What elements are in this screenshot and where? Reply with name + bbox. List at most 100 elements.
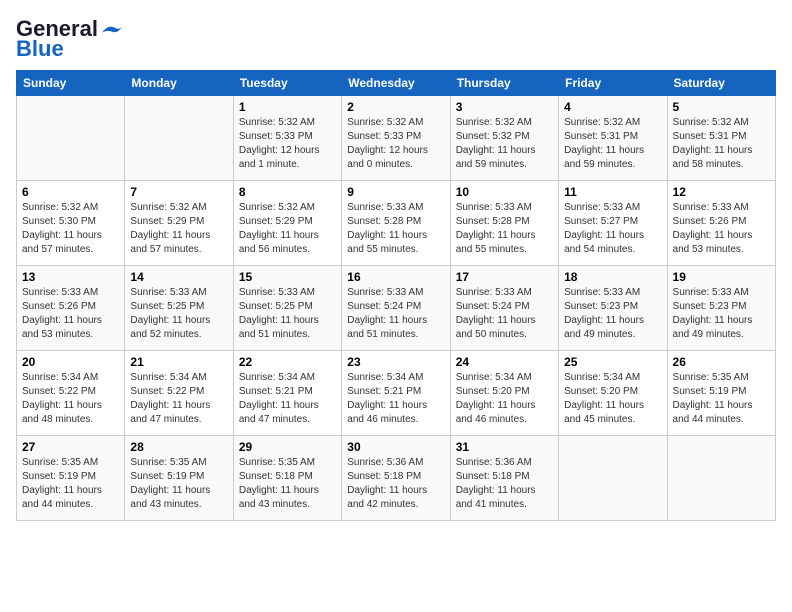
- calendar-cell: 18 Sunrise: 5:33 AM Sunset: 5:23 PM Dayli…: [559, 266, 667, 351]
- calendar-cell: 26 Sunrise: 5:35 AM Sunset: 5:19 PM Dayli…: [667, 351, 775, 436]
- day-info: Sunrise: 5:34 AM Sunset: 5:20 PM Dayligh…: [456, 371, 553, 427]
- day-info: Sunrise: 5:33 AM Sunset: 5:26 PM Dayligh…: [22, 286, 119, 342]
- calendar-cell: 1 Sunrise: 5:32 AM Sunset: 5:33 PM Daylig…: [233, 96, 341, 181]
- calendar-cell: 4 Sunrise: 5:32 AM Sunset: 5:31 PM Daylig…: [559, 96, 667, 181]
- calendar-cell: 8 Sunrise: 5:32 AM Sunset: 5:29 PM Daylig…: [233, 181, 341, 266]
- day-info: Sunrise: 5:33 AM Sunset: 5:28 PM Dayligh…: [456, 201, 553, 257]
- day-info: Sunrise: 5:33 AM Sunset: 5:24 PM Dayligh…: [456, 286, 553, 342]
- day-number: 5: [673, 100, 770, 114]
- day-info: Sunrise: 5:36 AM Sunset: 5:18 PM Dayligh…: [456, 456, 553, 512]
- calendar-cell: 29 Sunrise: 5:35 AM Sunset: 5:18 PM Dayli…: [233, 436, 341, 521]
- calendar-cell: 7 Sunrise: 5:32 AM Sunset: 5:29 PM Daylig…: [125, 181, 233, 266]
- calendar-cell: 21 Sunrise: 5:34 AM Sunset: 5:22 PM Dayli…: [125, 351, 233, 436]
- calendar-cell: 16 Sunrise: 5:33 AM Sunset: 5:24 PM Dayli…: [342, 266, 450, 351]
- day-info: Sunrise: 5:32 AM Sunset: 5:33 PM Dayligh…: [239, 116, 336, 172]
- day-number: 7: [130, 185, 227, 199]
- day-info: Sunrise: 5:35 AM Sunset: 5:18 PM Dayligh…: [239, 456, 336, 512]
- day-number: 22: [239, 355, 336, 369]
- day-number: 23: [347, 355, 444, 369]
- day-number: 13: [22, 270, 119, 284]
- day-info: Sunrise: 5:32 AM Sunset: 5:31 PM Dayligh…: [673, 116, 770, 172]
- day-number: 29: [239, 440, 336, 454]
- day-info: Sunrise: 5:33 AM Sunset: 5:28 PM Dayligh…: [347, 201, 444, 257]
- logo: General Blue: [16, 16, 124, 62]
- day-number: 2: [347, 100, 444, 114]
- day-number: 3: [456, 100, 553, 114]
- day-number: 28: [130, 440, 227, 454]
- calendar-cell: 23 Sunrise: 5:34 AM Sunset: 5:21 PM Dayli…: [342, 351, 450, 436]
- day-info: Sunrise: 5:34 AM Sunset: 5:21 PM Dayligh…: [347, 371, 444, 427]
- day-number: 9: [347, 185, 444, 199]
- calendar-cell: 24 Sunrise: 5:34 AM Sunset: 5:20 PM Dayli…: [450, 351, 558, 436]
- day-number: 24: [456, 355, 553, 369]
- day-number: 6: [22, 185, 119, 199]
- day-info: Sunrise: 5:34 AM Sunset: 5:21 PM Dayligh…: [239, 371, 336, 427]
- calendar-cell: 17 Sunrise: 5:33 AM Sunset: 5:24 PM Dayli…: [450, 266, 558, 351]
- calendar-cell: [17, 96, 125, 181]
- calendar-cell: 13 Sunrise: 5:33 AM Sunset: 5:26 PM Dayli…: [17, 266, 125, 351]
- calendar-cell: 2 Sunrise: 5:32 AM Sunset: 5:33 PM Daylig…: [342, 96, 450, 181]
- day-number: 4: [564, 100, 661, 114]
- day-number: 25: [564, 355, 661, 369]
- logo-bird-icon: [100, 22, 124, 36]
- day-info: Sunrise: 5:33 AM Sunset: 5:26 PM Dayligh…: [673, 201, 770, 257]
- calendar-cell: 10 Sunrise: 5:33 AM Sunset: 5:28 PM Dayli…: [450, 181, 558, 266]
- page-header: General Blue: [16, 16, 776, 62]
- day-info: Sunrise: 5:33 AM Sunset: 5:25 PM Dayligh…: [130, 286, 227, 342]
- day-number: 18: [564, 270, 661, 284]
- day-number: 19: [673, 270, 770, 284]
- day-number: 21: [130, 355, 227, 369]
- calendar-cell: 15Sunrise: 5:33 AM Sunset: 5:25 PM Dayli…: [233, 266, 341, 351]
- calendar-cell: 11Sunrise: 5:33 AM Sunset: 5:27 PM Dayli…: [559, 181, 667, 266]
- day-info: Sunrise: 5:35 AM Sunset: 5:19 PM Dayligh…: [130, 456, 227, 512]
- day-number: 26: [673, 355, 770, 369]
- weekday-header: Wednesday: [342, 71, 450, 96]
- logo-blue: Blue: [16, 36, 64, 62]
- day-info: Sunrise: 5:33 AM Sunset: 5:27 PM Dayligh…: [564, 201, 661, 257]
- day-number: 16: [347, 270, 444, 284]
- day-info: Sunrise: 5:36 AM Sunset: 5:18 PM Dayligh…: [347, 456, 444, 512]
- calendar-cell: [125, 96, 233, 181]
- day-number: 10: [456, 185, 553, 199]
- weekday-header: Monday: [125, 71, 233, 96]
- day-info: Sunrise: 5:32 AM Sunset: 5:31 PM Dayligh…: [564, 116, 661, 172]
- calendar-cell: 6Sunrise: 5:32 AM Sunset: 5:30 PM Daylig…: [17, 181, 125, 266]
- day-number: 20: [22, 355, 119, 369]
- day-info: Sunrise: 5:34 AM Sunset: 5:20 PM Dayligh…: [564, 371, 661, 427]
- day-info: Sunrise: 5:34 AM Sunset: 5:22 PM Dayligh…: [130, 371, 227, 427]
- calendar-cell: 19Sunrise: 5:33 AM Sunset: 5:23 PM Dayli…: [667, 266, 775, 351]
- day-info: Sunrise: 5:34 AM Sunset: 5:22 PM Dayligh…: [22, 371, 119, 427]
- weekday-header: Saturday: [667, 71, 775, 96]
- calendar-cell: 28 Sunrise: 5:35 AM Sunset: 5:19 PM Dayli…: [125, 436, 233, 521]
- calendar-header: SundayMondayTuesdayWednesdayThursdayFrid…: [17, 71, 776, 96]
- day-number: 27: [22, 440, 119, 454]
- day-number: 17: [456, 270, 553, 284]
- day-info: Sunrise: 5:35 AM Sunset: 5:19 PM Dayligh…: [673, 371, 770, 427]
- day-info: Sunrise: 5:32 AM Sunset: 5:32 PM Dayligh…: [456, 116, 553, 172]
- calendar-cell: 5 Sunrise: 5:32 AM Sunset: 5:31 PM Daylig…: [667, 96, 775, 181]
- day-number: 12: [673, 185, 770, 199]
- day-number: 30: [347, 440, 444, 454]
- day-info: Sunrise: 5:33 AM Sunset: 5:23 PM Dayligh…: [564, 286, 661, 342]
- day-info: Sunrise: 5:32 AM Sunset: 5:33 PM Dayligh…: [347, 116, 444, 172]
- day-info: Sunrise: 5:33 AM Sunset: 5:24 PM Dayligh…: [347, 286, 444, 342]
- day-number: 14: [130, 270, 227, 284]
- weekday-header: Thursday: [450, 71, 558, 96]
- calendar-cell: 31Sunrise: 5:36 AM Sunset: 5:18 PM Dayli…: [450, 436, 558, 521]
- calendar-cell: 27Sunrise: 5:35 AM Sunset: 5:19 PM Dayli…: [17, 436, 125, 521]
- calendar-cell: 22 Sunrise: 5:34 AM Sunset: 5:21 PM Dayli…: [233, 351, 341, 436]
- weekday-header: Friday: [559, 71, 667, 96]
- calendar-table: SundayMondayTuesdayWednesdayThursdayFrid…: [16, 70, 776, 521]
- calendar-cell: 20 Sunrise: 5:34 AM Sunset: 5:22 PM Dayli…: [17, 351, 125, 436]
- calendar-cell: 9 Sunrise: 5:33 AM Sunset: 5:28 PM Daylig…: [342, 181, 450, 266]
- day-number: 1: [239, 100, 336, 114]
- day-number: 8: [239, 185, 336, 199]
- day-info: Sunrise: 5:32 AM Sunset: 5:29 PM Dayligh…: [130, 201, 227, 257]
- day-number: 15: [239, 270, 336, 284]
- calendar-cell: 30 Sunrise: 5:36 AM Sunset: 5:18 PM Dayli…: [342, 436, 450, 521]
- day-info: Sunrise: 5:32 AM Sunset: 5:29 PM Dayligh…: [239, 201, 336, 257]
- calendar-cell: [559, 436, 667, 521]
- calendar-cell: 25 Sunrise: 5:34 AM Sunset: 5:20 PM Dayli…: [559, 351, 667, 436]
- calendar-cell: 14 Sunrise: 5:33 AM Sunset: 5:25 PM Dayli…: [125, 266, 233, 351]
- calendar-cell: [667, 436, 775, 521]
